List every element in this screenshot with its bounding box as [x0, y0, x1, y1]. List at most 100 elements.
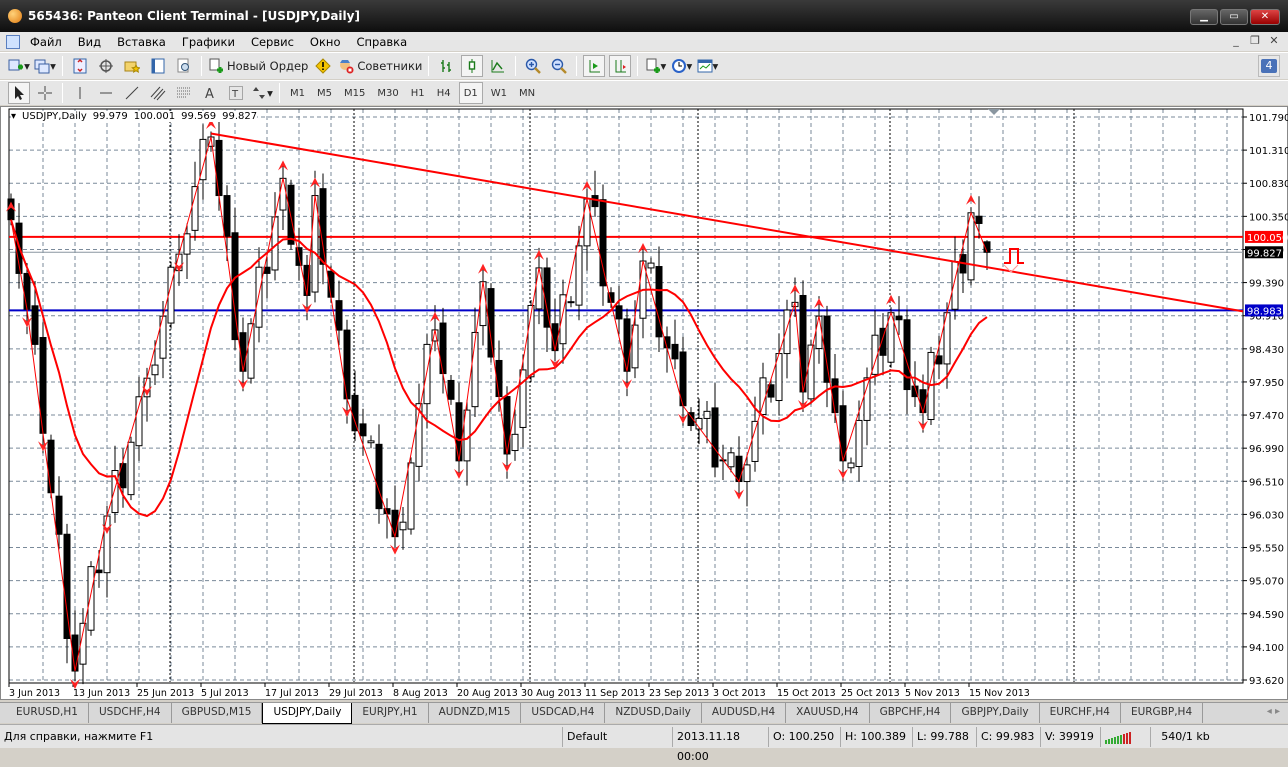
vertical-line-button[interactable] — [69, 82, 91, 104]
line-chart-button[interactable] — [487, 55, 509, 77]
timeframe-h4[interactable]: H4 — [433, 82, 455, 104]
market-watch-button[interactable] — [69, 55, 91, 77]
candle — [87, 561, 95, 636]
crosshair-button[interactable] — [34, 82, 56, 104]
menu-tools[interactable]: Сервис — [243, 35, 302, 49]
candle-body — [839, 405, 847, 462]
text-button[interactable]: A — [199, 82, 221, 104]
chart-menu-icon[interactable]: ▾ — [11, 111, 16, 122]
auto-scroll-button[interactable] — [583, 55, 606, 77]
chart-tab[interactable]: EURUSD,H1 — [6, 703, 89, 723]
price-axis-label: 97.470 — [1249, 411, 1284, 422]
date-axis-label: 17 Jul 2013 — [265, 688, 319, 699]
zoom-in-button[interactable] — [522, 55, 544, 77]
chart-tab[interactable]: GBPCHF,H4 — [870, 703, 952, 723]
fibonacci-button[interactable] — [173, 82, 195, 104]
chart-tab[interactable]: EURGBP,H4 — [1121, 703, 1204, 723]
chart-tab[interactable]: GBPJPY,Daily — [951, 703, 1040, 723]
candle-body — [47, 439, 55, 494]
chart-document-icon[interactable] — [6, 34, 20, 49]
price-axis-label: 100.350 — [1249, 212, 1288, 223]
title-bar: 565436: Panteon Client Terminal - [USDJP… — [0, 0, 1288, 32]
menu-charts[interactable]: Графики — [174, 35, 243, 49]
candle-body — [847, 462, 855, 469]
new-order-button[interactable]: Новый Ордер — [208, 55, 308, 77]
maximize-button[interactable]: ▭ — [1220, 9, 1248, 25]
price-chart[interactable]: 101.790101.310100.830100.35099.87099.390… — [1, 107, 1288, 701]
timeframe-m1[interactable]: M1 — [286, 82, 309, 104]
equidistant-channel-button[interactable] — [147, 82, 169, 104]
mdi-restore-button[interactable]: ❐ — [1247, 34, 1263, 49]
chart-tabs: EURUSD,H1 USDCHF,H4 GBPUSD,M15 USDJPY,Daily… — [0, 702, 1288, 724]
templates-button[interactable]: ▾ — [696, 55, 718, 77]
chart-tab[interactable]: GBPUSD,M15 — [172, 703, 263, 723]
navigator-button[interactable] — [121, 55, 143, 77]
candle-body — [647, 262, 655, 269]
timeframe-d1[interactable]: D1 — [458, 82, 483, 104]
price-axis-label: 101.790 — [1249, 113, 1288, 124]
close-button[interactable]: ✕ — [1250, 9, 1280, 25]
timeframe-m5[interactable]: M5 — [313, 82, 336, 104]
bar-chart-button[interactable] — [435, 55, 457, 77]
candle — [111, 445, 119, 523]
menu-view[interactable]: Вид — [70, 35, 109, 49]
candle-body — [519, 369, 527, 428]
trendline-button[interactable] — [121, 82, 143, 104]
chart-tab[interactable]: AUDUSD,H4 — [702, 703, 787, 723]
candle — [631, 300, 639, 379]
arrows-button[interactable]: ▾ — [251, 82, 273, 104]
candle-body — [783, 309, 791, 355]
timeframe-mn[interactable]: MN — [515, 82, 539, 104]
menu-file[interactable]: Файл — [22, 35, 70, 49]
chart-shift-button[interactable] — [609, 55, 632, 77]
candle — [439, 307, 447, 394]
mdi-minimize-button[interactable]: _ — [1228, 34, 1244, 49]
candlestick-chart-button[interactable] — [461, 55, 484, 77]
chart-tab[interactable]: EURCHF,H4 — [1040, 703, 1121, 723]
chart-window[interactable]: 101.790101.310100.830100.35099.87099.390… — [0, 106, 1288, 700]
indicators-button[interactable]: ▾ — [644, 55, 666, 77]
data-window-button[interactable] — [95, 55, 117, 77]
cursor-button[interactable] — [8, 82, 30, 104]
candle — [607, 287, 615, 308]
mdi-close-button[interactable]: ✕ — [1266, 34, 1282, 49]
candle-body — [439, 322, 447, 375]
horizontal-line-button[interactable] — [95, 82, 117, 104]
candle-body — [735, 455, 743, 483]
expert-advisors-button[interactable]: Советники — [338, 55, 422, 77]
tab-scroll-arrows[interactable]: ◂ ▸ — [1267, 706, 1280, 717]
candle — [47, 434, 55, 499]
status-volume: V: 39919 — [1040, 726, 1100, 747]
notifications-button[interactable]: 4 — [1258, 55, 1280, 77]
candle — [935, 335, 943, 380]
timeframe-w1[interactable]: W1 — [487, 82, 511, 104]
timeframe-m30[interactable]: M30 — [373, 82, 402, 104]
chart-tab[interactable]: USDJPY,Daily — [262, 703, 353, 724]
profiles-button[interactable]: ▾ — [34, 55, 56, 77]
chart-tab[interactable]: USDCAD,H4 — [521, 703, 606, 723]
new-chart-icon — [8, 59, 24, 71]
text-label-button[interactable]: T — [225, 82, 247, 104]
connection-status-icon[interactable] — [1100, 726, 1150, 747]
candle — [159, 300, 167, 379]
menu-window[interactable]: Окно — [302, 35, 349, 49]
minimize-button[interactable]: ▁ — [1190, 9, 1218, 25]
zoom-out-button[interactable] — [548, 55, 570, 77]
autotrading-warning-button[interactable] — [312, 55, 334, 77]
candle-body — [815, 315, 823, 350]
periods-button[interactable]: ▾ — [670, 55, 692, 77]
chart-tab[interactable]: NZDUSD,Daily — [605, 703, 702, 723]
candle-body — [375, 443, 383, 510]
menu-insert[interactable]: Вставка — [109, 35, 174, 49]
terminal-button[interactable] — [147, 55, 169, 77]
new-chart-button[interactable]: ▾ — [8, 55, 30, 77]
terminal-icon — [151, 58, 165, 74]
timeframe-h1[interactable]: H1 — [407, 82, 429, 104]
chart-tab[interactable]: AUDNZD,M15 — [429, 703, 522, 723]
menu-help[interactable]: Справка — [348, 35, 415, 49]
chart-tab[interactable]: EURJPY,H1 — [352, 703, 429, 723]
chart-tab[interactable]: XAUUSD,H4 — [786, 703, 870, 723]
strategy-tester-button[interactable] — [173, 55, 195, 77]
chart-tab[interactable]: USDCHF,H4 — [89, 703, 172, 723]
timeframe-m15[interactable]: M15 — [340, 82, 369, 104]
